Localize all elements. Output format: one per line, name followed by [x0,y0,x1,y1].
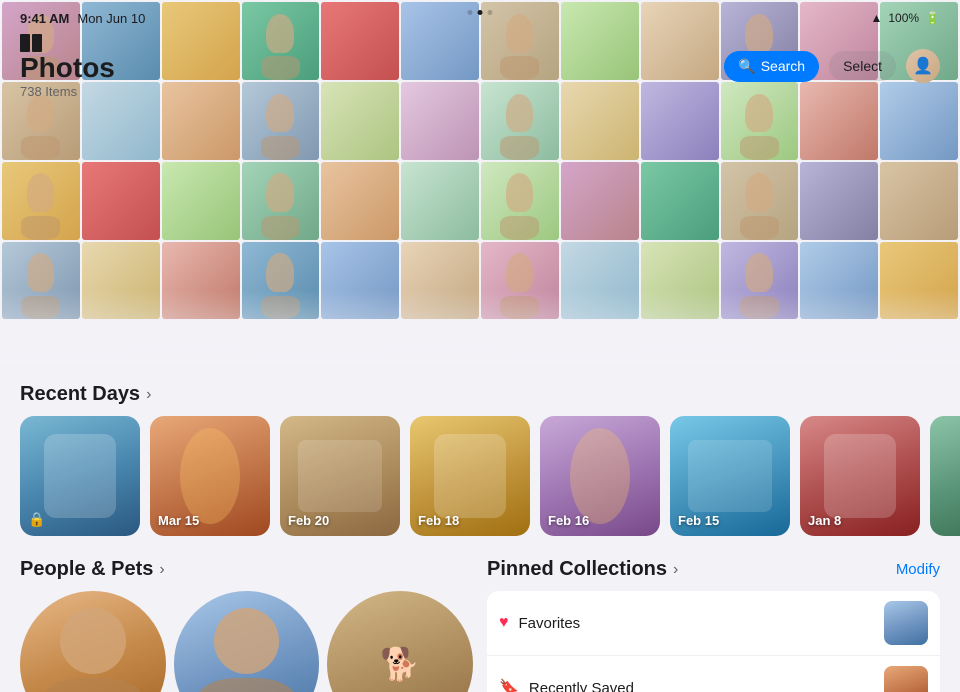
grid-view-icon[interactable] [20,34,42,52]
photo-cell[interactable] [800,162,878,240]
status-date: Mon Jun 10 [77,11,145,26]
photo-cell[interactable] [321,242,399,320]
photo-cell[interactable] [242,162,320,240]
people-pets-title-row[interactable]: People & Pets › [20,540,473,591]
photo-cell[interactable] [2,162,80,240]
day-card[interactable]: Jan 8 [800,416,920,536]
collection-thumbnail [884,601,928,645]
day-card-label: Feb 18 [418,513,459,528]
day-card[interactable] [930,416,960,536]
person-card[interactable] [174,591,320,692]
photo-cell[interactable] [721,162,799,240]
collection-item[interactable]: ♥ Favorites [487,591,940,656]
recent-days-title-row[interactable]: Recent Days › [20,383,151,406]
people-pets-col: People & Pets › ♥ 🐕 [20,540,473,692]
collection-name: Favorites [519,615,875,632]
photo-cell[interactable] [481,162,559,240]
recent-days-chevron: › [146,386,151,404]
recent-days-title: Recent Days [20,383,140,406]
photo-cell[interactable] [641,242,719,320]
photo-cell[interactable] [82,242,160,320]
pinned-collections-title: Pinned Collections [487,558,667,581]
photo-cell[interactable] [800,242,878,320]
app-header: Photos 738 Items 🔍 Search Select 👤 [0,36,960,96]
day-card-label: Feb 15 [678,513,719,528]
photo-cell[interactable] [561,162,639,240]
photo-cell[interactable] [162,162,240,240]
photo-cell[interactable] [321,162,399,240]
person-card[interactable]: 🐕 [327,591,473,692]
day-card-label: Feb 20 [288,513,329,528]
collection-icon: 🔖 [499,678,519,692]
day-card[interactable]: Feb 15 [670,416,790,536]
people-grid: ♥ 🐕 [20,591,473,692]
day-card[interactable]: Feb 18 [410,416,530,536]
two-col-section: People & Pets › ♥ 🐕 Pin [0,540,960,692]
day-card[interactable]: Mar 15 [150,416,270,536]
header-right: 🔍 Search Select 👤 [724,49,940,83]
status-time: 9:41 AM [20,11,69,26]
content-below-grid: Recent Days › 🔒 Mar 15 Feb 20 Feb 18 Feb 16 F… [0,365,960,692]
pinned-collections-title-row: Pinned Collections › Modify [487,540,940,591]
photo-cell[interactable] [481,242,559,320]
status-right: ▲ 100% 🔋 [870,11,940,25]
photo-cell[interactable] [2,242,80,320]
photo-cell[interactable] [880,162,958,240]
photo-cell[interactable] [162,242,240,320]
person-card[interactable]: ♥ [20,591,166,692]
modify-button[interactable]: Modify [896,561,940,578]
day-card-label: Feb 16 [548,513,589,528]
day-card[interactable]: 🔒 [20,416,140,536]
header-left: Photos 738 Items [20,34,115,99]
recent-days-scroll[interactable]: 🔒 Mar 15 Feb 20 Feb 18 Feb 16 Feb 15 Jan 8 [0,416,960,536]
photo-cell[interactable] [401,242,479,320]
day-card[interactable]: Feb 16 [540,416,660,536]
select-button[interactable]: Select [829,51,896,81]
photo-cell[interactable] [561,242,639,320]
people-pets-chevron: › [159,561,164,579]
search-icon: 🔍 [738,58,755,75]
pinned-title-left[interactable]: Pinned Collections › [487,558,678,581]
photo-cell[interactable] [82,162,160,240]
collection-icon: ♥ [499,614,509,632]
avatar[interactable]: 👤 [906,49,940,83]
header-icon-row [20,34,115,52]
search-button[interactable]: 🔍 Search [724,51,819,82]
collection-thumbnail [884,666,928,692]
day-card-label: Jan 8 [808,513,841,528]
collection-list: ♥ Favorites 🔖 Recently Saved [487,591,940,692]
pinned-collections-chevron: › [673,561,678,579]
collection-item[interactable]: 🔖 Recently Saved [487,656,940,692]
photo-cell[interactable] [641,162,719,240]
day-card[interactable]: Feb 20 [280,416,400,536]
search-label: Search [761,58,805,74]
recent-days-section-header: Recent Days › [0,365,960,416]
wifi-icon: ▲ [870,11,882,25]
photo-cell[interactable] [880,242,958,320]
photos-count: 738 Items [20,84,115,99]
photo-cell[interactable] [721,242,799,320]
page-title: Photos [20,54,115,82]
photo-cell[interactable] [401,162,479,240]
day-card-icon: 🔒 [28,511,45,528]
main-scroll[interactable]: 9:41 AM Mon Jun 10 ▲ 100% 🔋 Photos 738 I… [0,0,960,692]
photo-cell[interactable] [242,242,320,320]
battery-text: 100% [888,11,919,25]
pinned-collections-col: Pinned Collections › Modify ♥ Favorites … [487,540,940,692]
collection-name: Recently Saved [529,680,874,692]
people-pets-title: People & Pets [20,558,153,581]
day-card-label: Mar 15 [158,513,199,528]
status-bar: 9:41 AM Mon Jun 10 ▲ 100% 🔋 [0,0,960,36]
